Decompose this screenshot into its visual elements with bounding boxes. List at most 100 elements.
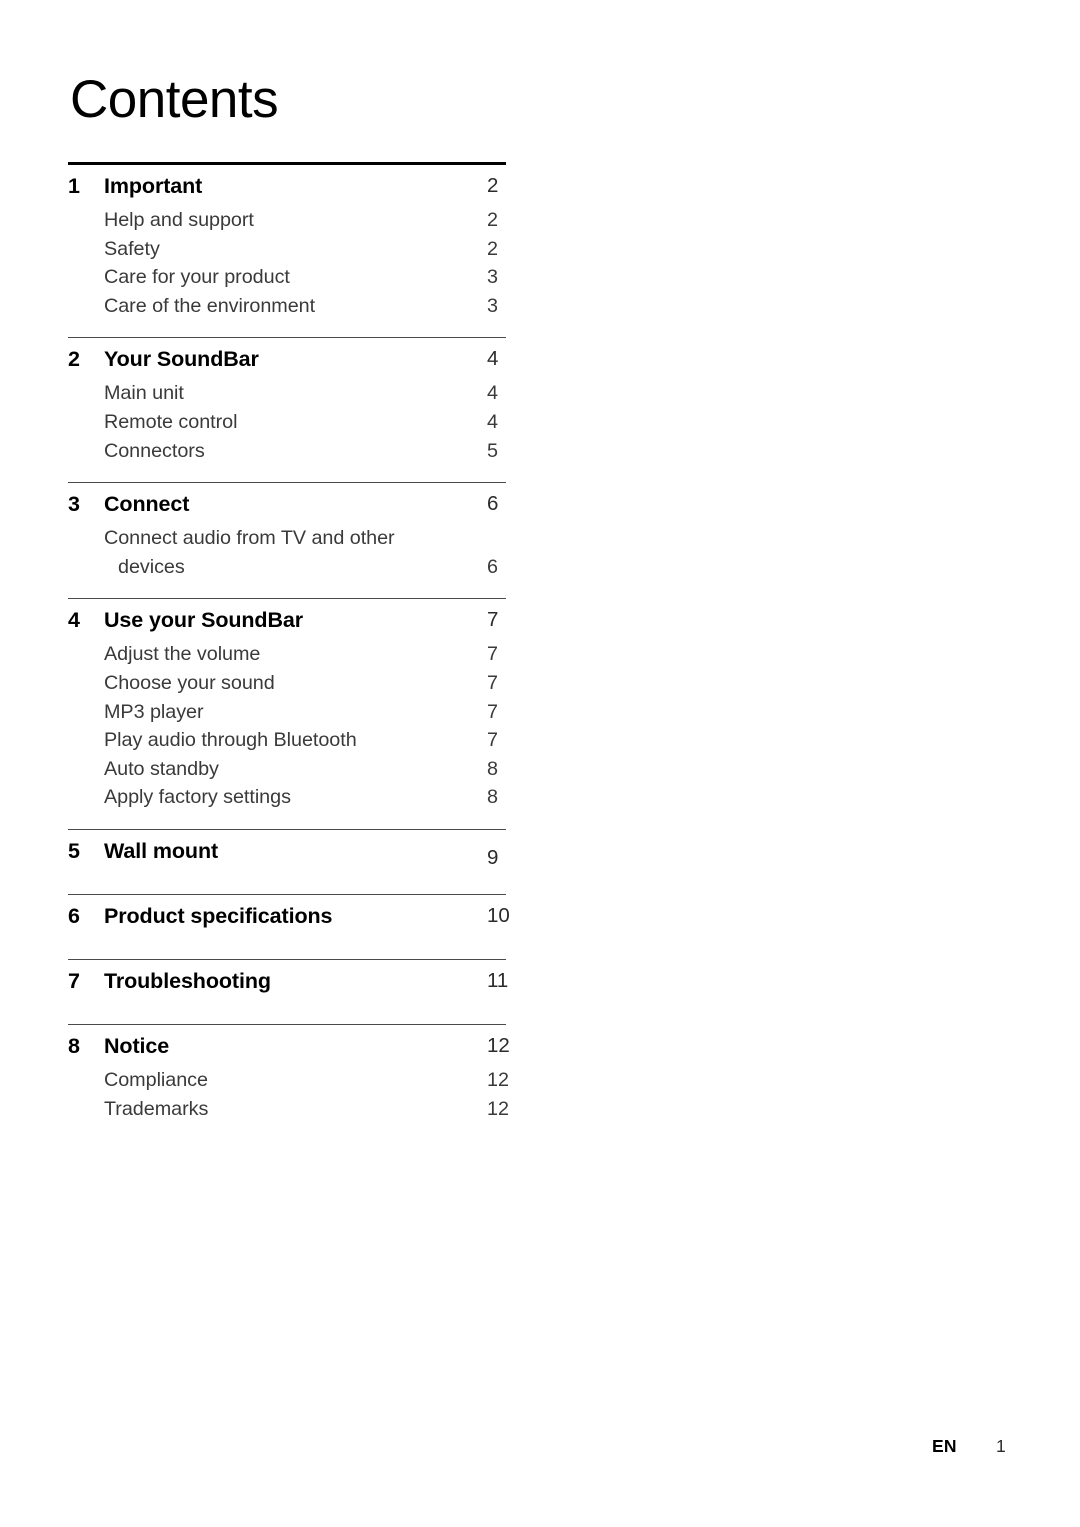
toc-entry-page-number: 4 bbox=[487, 382, 499, 405]
toc-entry[interactable]: Help and support 2 bbox=[68, 209, 506, 238]
toc-entry-page-number: 3 bbox=[487, 266, 499, 289]
toc-section-number: 8 bbox=[68, 1033, 80, 1058]
toc-entry-page-number: 3 bbox=[487, 294, 499, 317]
toc-section-title: Notice bbox=[104, 1033, 170, 1058]
toc-entry-label: Apply factory settings bbox=[104, 786, 291, 809]
toc-section-heading[interactable]: 5 Wall mount 9 bbox=[68, 839, 506, 874]
toc-section-title: Your SoundBar bbox=[104, 347, 259, 372]
toc-entry[interactable]: Care of the environment 3 bbox=[68, 295, 506, 324]
toc-entry-page-number: 12 bbox=[487, 1097, 510, 1120]
toc-entry-label: Adjust the volume bbox=[104, 643, 261, 666]
toc-entry[interactable]: Connectors 5 bbox=[68, 440, 506, 469]
toc-section: 2 Your SoundBar 4 Main unit 4 Remote control 4… bbox=[68, 347, 506, 468]
toc-entry-page-number: 2 bbox=[487, 209, 499, 231]
toc-section: 3 Connect 6 Connect audio from TV and other… bbox=[68, 492, 506, 584]
toc-entry-label: Play audio through Bluetooth bbox=[104, 729, 357, 752]
toc-entry[interactable]: Apply factory settings 8 bbox=[68, 786, 506, 815]
toc-entry-label: Safety bbox=[104, 237, 160, 260]
toc-entry-label: Auto standby bbox=[104, 757, 219, 780]
toc-section: 4 Use your SoundBar 7 Adjust the volume 7 Cho… bbox=[68, 608, 506, 815]
toc-entry[interactable]: Safety 2 bbox=[68, 238, 506, 267]
toc-section-page-number: 10 bbox=[487, 903, 510, 927]
toc-section-page-number: 7 bbox=[487, 608, 499, 632]
toc-entry-label: Help and support bbox=[104, 209, 254, 231]
toc-entry[interactable]: Adjust the volume 7 bbox=[68, 643, 506, 672]
toc-section-heading[interactable]: 1 Important 2 bbox=[68, 174, 506, 209]
toc-entry[interactable]: Play audio through Bluetooth 7 bbox=[68, 729, 506, 758]
toc-section-number: 2 bbox=[68, 347, 80, 372]
toc-section-number: 7 bbox=[68, 968, 80, 993]
toc-section: 8 Notice 12 Compliance 12 Trademarks 12 bbox=[68, 1033, 510, 1127]
toc-entry-label: Connectors bbox=[104, 439, 205, 462]
toc-entry[interactable]: Main unit 4 bbox=[68, 382, 506, 411]
footer-language-code: EN bbox=[932, 1436, 957, 1456]
toc-section-title: Troubleshooting bbox=[104, 968, 271, 993]
toc-entry[interactable]: devices 6 bbox=[68, 556, 506, 585]
toc-entry-label: Remote control bbox=[104, 410, 238, 433]
toc-entry-label: devices bbox=[118, 555, 185, 578]
toc-section-page-number: 12 bbox=[487, 1033, 510, 1057]
toc-entry[interactable]: Remote control 4 bbox=[68, 411, 506, 440]
page-footer: EN 1 bbox=[0, 1436, 1080, 1462]
toc-entry-page-number: 5 bbox=[487, 439, 499, 462]
toc-section-heading[interactable]: 3 Connect 6 bbox=[68, 492, 506, 527]
toc-entry[interactable]: Auto standby 8 bbox=[68, 758, 506, 787]
toc-entry[interactable]: Choose your sound 7 bbox=[68, 672, 506, 701]
toc-entry-page-number: 7 bbox=[487, 671, 499, 694]
toc-section-number: 4 bbox=[68, 608, 80, 633]
toc-section-title: Important bbox=[104, 174, 203, 198]
toc-section-heading[interactable]: 6 Product specifications 10 bbox=[68, 903, 510, 939]
toc-entry-label: Care for your product bbox=[104, 266, 290, 289]
toc-section-title: Use your SoundBar bbox=[104, 608, 304, 633]
toc-section-number: 1 bbox=[68, 174, 80, 198]
toc-entry-label: MP3 player bbox=[104, 700, 204, 723]
toc-section: 6 Product specifications 10 bbox=[68, 903, 510, 939]
toc-section-title: Connect bbox=[104, 492, 190, 517]
toc-section: 1 Important 2 Help and support 2 Safety 2 Care … bbox=[68, 174, 506, 323]
toc-entry-page-number: 8 bbox=[487, 786, 499, 809]
toc-entry[interactable]: Care for your product 3 bbox=[68, 266, 506, 295]
toc-entry-page-number: 12 bbox=[487, 1068, 510, 1091]
toc-entry[interactable]: Compliance 12 bbox=[68, 1068, 509, 1098]
toc-entry-label: Trademarks bbox=[104, 1097, 209, 1120]
toc-entry[interactable]: Connect audio from TV and other bbox=[68, 527, 506, 556]
toc-entry-page-number: 2 bbox=[487, 237, 499, 260]
toc-section-page-number: 6 bbox=[487, 492, 499, 516]
toc-entry-page-number: 8 bbox=[487, 757, 499, 780]
toc-entry[interactable]: MP3 player 7 bbox=[68, 701, 506, 730]
toc-entry-page-number: 4 bbox=[487, 410, 499, 433]
toc-entry-label: Main unit bbox=[104, 382, 184, 405]
document-page: Contents 1 Important 2 Help and support 2 Saf… bbox=[0, 0, 1080, 1527]
toc-entry-label: Care of the environment bbox=[104, 294, 316, 317]
toc-section-heading[interactable]: 8 Notice 12 bbox=[68, 1033, 510, 1069]
toc-section-heading[interactable]: 2 Your SoundBar 4 bbox=[68, 347, 506, 382]
toc-section-heading[interactable]: 4 Use your SoundBar 7 bbox=[68, 608, 506, 643]
toc-section-number: 6 bbox=[68, 903, 80, 928]
toc-section-number: 3 bbox=[68, 492, 80, 517]
toc-entry-label: Compliance bbox=[104, 1068, 208, 1091]
toc-entry-label: Connect audio from TV and other bbox=[104, 527, 395, 550]
toc-section-heading[interactable]: 7 Troubleshooting 11 bbox=[68, 968, 508, 1004]
toc-section-page-number: 11 bbox=[487, 968, 509, 992]
toc-section-page-number: 2 bbox=[487, 174, 499, 197]
toc-section-title: Wall mount bbox=[104, 838, 219, 863]
page-title: Contents bbox=[70, 70, 279, 129]
toc-entry[interactable]: Trademarks 12 bbox=[68, 1097, 509, 1127]
table-of-contents: 1 Important 2 Help and support 2 Safety 2 Care … bbox=[68, 162, 510, 1140]
footer-page-number: 1 bbox=[996, 1436, 1006, 1456]
toc-section-page-number: 4 bbox=[487, 347, 499, 371]
toc-section: 5 Wall mount 9 bbox=[68, 839, 506, 874]
